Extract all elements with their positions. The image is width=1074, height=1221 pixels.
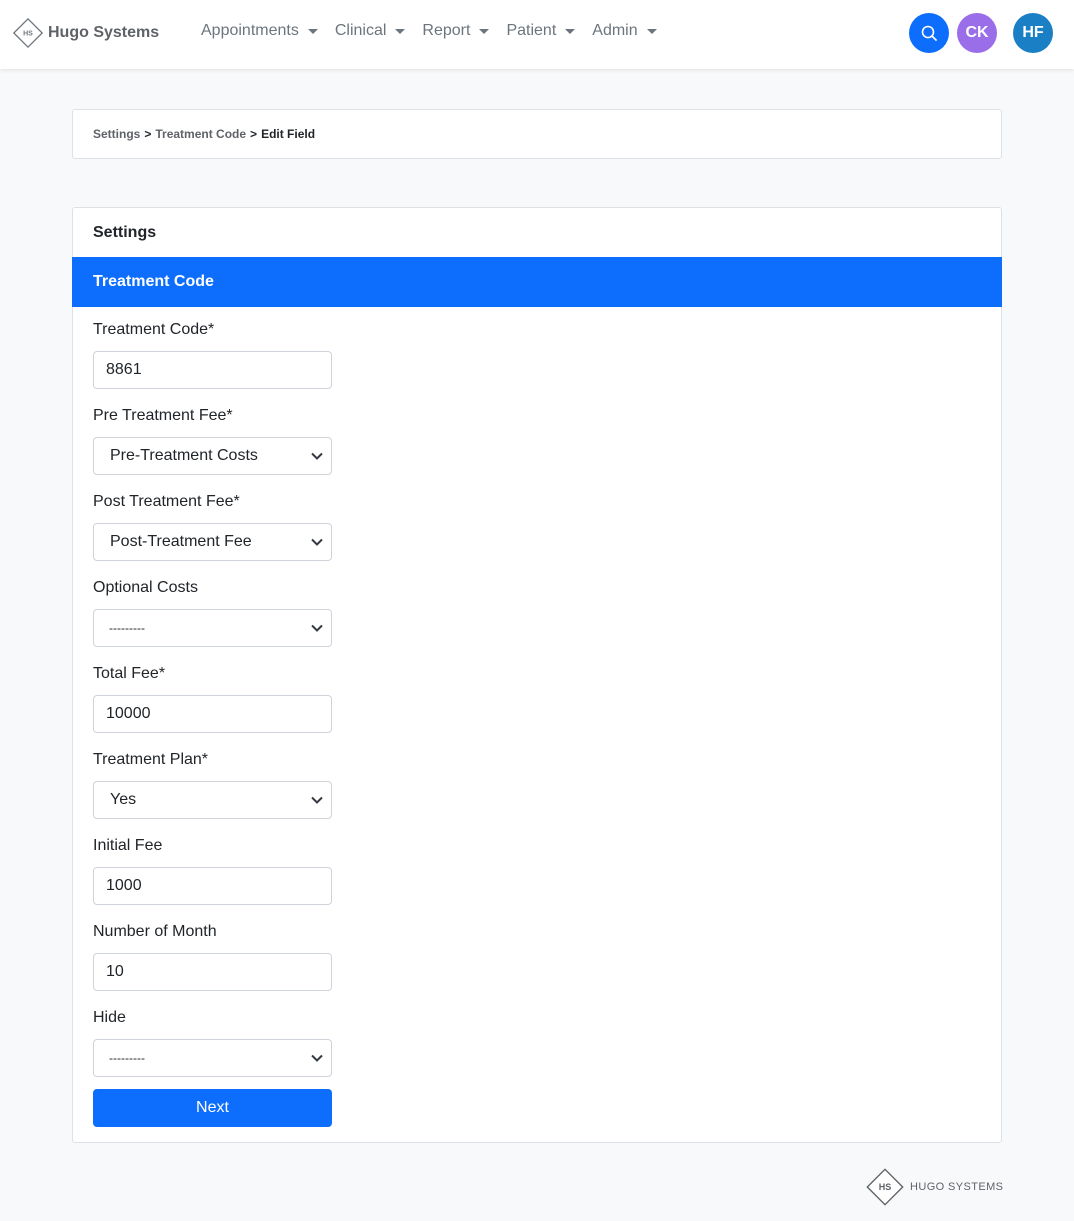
chevron-down-icon bbox=[311, 452, 323, 460]
header-actions: CK HF bbox=[909, 13, 1053, 53]
treatment-plan-select[interactable]: Yes bbox=[93, 781, 332, 819]
treatment-code-form: Treatment Code* Pre Treatment Fee* Pre-T… bbox=[73, 307, 1001, 1127]
nav-report[interactable]: Report bbox=[422, 22, 490, 40]
treatment-code-group: Treatment Code* bbox=[93, 321, 981, 407]
post-treatment-fee-label: Post Treatment Fee* bbox=[93, 493, 240, 510]
search-icon bbox=[921, 25, 937, 41]
hugo-systems-logo-icon: HS bbox=[12, 17, 44, 49]
nav-admin-label: Admin bbox=[592, 22, 638, 39]
number-of-month-input[interactable] bbox=[93, 953, 332, 991]
chevron-down-icon bbox=[311, 796, 323, 804]
breadcrumb: Settings > Treatment Code > Edit Field bbox=[72, 109, 1002, 159]
number-of-month-group: Number of Month bbox=[93, 923, 981, 1009]
breadcrumb-separator: > bbox=[250, 127, 258, 141]
optional-costs-label: Optional Costs bbox=[93, 579, 198, 596]
breadcrumb-separator: > bbox=[144, 127, 152, 141]
initial-fee-input[interactable] bbox=[93, 867, 332, 905]
post-treatment-fee-selected: Post-Treatment Fee bbox=[110, 533, 252, 550]
chevron-down-icon bbox=[307, 28, 318, 34]
svg-text:HS: HS bbox=[23, 31, 33, 38]
total-fee-label: Total Fee* bbox=[93, 665, 166, 682]
brand-name: Hugo Systems bbox=[48, 24, 160, 41]
hide-group: Hide --------- bbox=[93, 1009, 981, 1089]
total-fee-input[interactable] bbox=[93, 695, 332, 733]
breadcrumb-edit-field: Edit Field bbox=[261, 127, 316, 141]
post-treatment-fee-select[interactable]: Post-Treatment Fee bbox=[93, 523, 332, 561]
treatment-code-input[interactable] bbox=[93, 351, 332, 389]
hide-select[interactable]: --------- bbox=[93, 1039, 332, 1077]
post-treatment-fee-group: Post Treatment Fee* Post-Treatment Fee bbox=[93, 493, 981, 579]
treatment-plan-selected: Yes bbox=[110, 791, 137, 808]
nav-patient[interactable]: Patient bbox=[506, 22, 576, 40]
pre-treatment-fee-select[interactable]: Pre-Treatment Costs bbox=[93, 437, 332, 475]
hugo-systems-footer-logo-icon: HS bbox=[866, 1168, 904, 1206]
avatar-ck[interactable]: CK bbox=[957, 13, 997, 53]
settings-card: Settings Treatment Code Treatment Code* … bbox=[72, 207, 1002, 1143]
nav-clinical[interactable]: Clinical bbox=[335, 22, 406, 40]
chevron-down-icon bbox=[311, 624, 323, 632]
top-navbar: HS Hugo Systems Appointments Clinical Re… bbox=[0, 0, 1074, 69]
card-title: Settings bbox=[93, 223, 157, 241]
pre-treatment-fee-selected: Pre-Treatment Costs bbox=[110, 447, 258, 464]
avatar-hf[interactable]: HF bbox=[1013, 13, 1053, 53]
chevron-down-icon bbox=[311, 538, 323, 546]
optional-costs-selected: --------- bbox=[109, 621, 145, 635]
search-button[interactable] bbox=[909, 13, 949, 53]
hide-label: Hide bbox=[93, 1009, 126, 1026]
nav-patient-label: Patient bbox=[506, 22, 557, 39]
nav-appointments-label: Appointments bbox=[201, 22, 299, 39]
total-fee-group: Total Fee* bbox=[93, 665, 981, 751]
nav-appointments[interactable]: Appointments bbox=[201, 22, 318, 40]
treatment-plan-label: Treatment Plan* bbox=[93, 751, 209, 768]
chevron-down-icon bbox=[565, 28, 576, 34]
pre-treatment-fee-label: Pre Treatment Fee* bbox=[93, 407, 233, 424]
footer-brand-text: HUGO SYSTEMS bbox=[910, 1181, 1004, 1193]
chevron-down-icon bbox=[311, 1054, 323, 1062]
svg-text:HS: HS bbox=[879, 1182, 892, 1192]
nav-report-label: Report bbox=[422, 22, 471, 39]
footer-brand: HS HUGO SYSTEMS bbox=[864, 1166, 1003, 1208]
initial-fee-group: Initial Fee bbox=[93, 837, 981, 923]
number-of-month-label: Number of Month bbox=[93, 923, 217, 940]
section-title: Treatment Code bbox=[72, 257, 1002, 307]
chevron-down-icon bbox=[395, 28, 406, 34]
optional-costs-group: Optional Costs --------- bbox=[93, 579, 981, 665]
initial-fee-label: Initial Fee bbox=[93, 837, 163, 854]
breadcrumb-treatment-code[interactable]: Treatment Code bbox=[155, 127, 246, 141]
nav-clinical-label: Clinical bbox=[334, 22, 387, 39]
nav-admin[interactable]: Admin bbox=[592, 22, 657, 40]
main-nav-menu: Appointments Clinical Report Patient Adm… bbox=[201, 22, 674, 40]
hide-selected: --------- bbox=[109, 1051, 145, 1065]
breadcrumb-settings[interactable]: Settings bbox=[93, 127, 140, 141]
treatment-plan-group: Treatment Plan* Yes bbox=[93, 751, 981, 837]
chevron-down-icon bbox=[479, 28, 490, 34]
brand-link[interactable]: HS Hugo Systems bbox=[12, 17, 159, 49]
next-button[interactable]: Next bbox=[93, 1089, 332, 1127]
optional-costs-select[interactable]: --------- bbox=[93, 609, 332, 647]
pre-treatment-fee-group: Pre Treatment Fee* Pre-Treatment Costs bbox=[93, 407, 981, 493]
chevron-down-icon bbox=[646, 28, 657, 34]
treatment-code-label: Treatment Code* bbox=[93, 321, 215, 338]
